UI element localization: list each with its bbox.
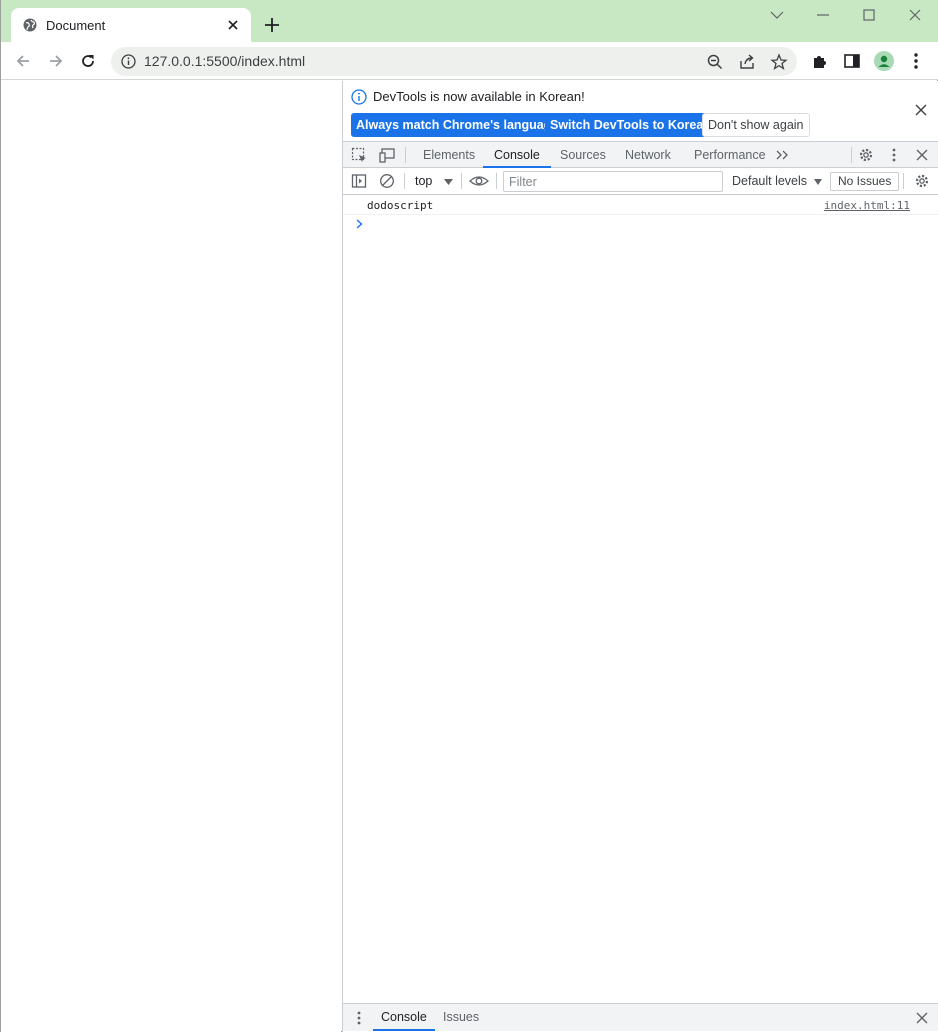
drawer-tab-issues[interactable]: Issues <box>443 1004 479 1031</box>
console-message: dodoscript index.html:11 <box>343 195 938 215</box>
tab-network[interactable]: Network <box>625 142 671 168</box>
info-icon <box>351 89 367 105</box>
issues-counter-button[interactable]: No Issues <box>830 172 900 191</box>
language-infobar: DevTools is now available in Korean! Alw… <box>343 81 938 141</box>
toolbar-divider <box>496 173 497 189</box>
plus-icon[interactable] <box>263 16 281 34</box>
tab-console[interactable]: Console <box>483 142 551 168</box>
share-icon[interactable] <box>738 53 756 71</box>
inspect-element-icon[interactable] <box>351 147 367 163</box>
zoom-out-icon[interactable] <box>706 53 724 71</box>
toolbar-divider <box>903 173 904 189</box>
toolbar-divider <box>404 173 405 189</box>
page-viewport <box>1 81 341 1032</box>
log-levels-dropdown[interactable]: Default levels <box>732 174 822 188</box>
close-drawer-icon[interactable] <box>914 1010 930 1026</box>
sidebar-toggle-icon[interactable] <box>351 173 367 189</box>
console-toolbar: top Filter Default levels No Issues <box>343 168 938 195</box>
toolbar-divider <box>461 173 462 189</box>
info-icon[interactable] <box>121 54 136 69</box>
tab-title: Document <box>46 18 106 33</box>
globe-icon <box>23 18 37 32</box>
devtools-panel: DevTools is now available in Korean! Alw… <box>342 81 938 1032</box>
url-text: 127.0.0.1:5500/index.html <box>144 53 306 69</box>
chevron-down-icon[interactable] <box>766 6 788 24</box>
devtools-tabbar: Elements Console Sources Network Perform… <box>343 141 938 168</box>
settings-gear-icon[interactable] <box>914 173 930 189</box>
device-toolbar-icon[interactable] <box>379 147 395 163</box>
minimize-icon[interactable] <box>812 6 834 24</box>
tab-elements[interactable]: Elements <box>423 142 475 168</box>
forward-arrow-icon[interactable] <box>46 51 66 71</box>
back-arrow-icon[interactable] <box>13 51 33 71</box>
title-bar: Document <box>1 0 938 42</box>
tab-sources[interactable]: Sources <box>560 142 606 168</box>
console-prompt-chevron-icon[interactable] <box>355 218 365 230</box>
kebab-icon[interactable] <box>886 147 902 163</box>
console-input-area[interactable] <box>369 215 929 233</box>
close-icon[interactable] <box>904 6 926 24</box>
more-tabs-icon[interactable] <box>775 147 791 163</box>
drawer-tab-console[interactable]: Console <box>373 1004 435 1031</box>
context-label: top <box>415 174 433 188</box>
devtools-drawer: Console Issues <box>343 1003 938 1031</box>
kebab-icon[interactable] <box>906 51 926 71</box>
reload-icon[interactable] <box>78 51 98 71</box>
settings-gear-icon[interactable] <box>858 147 874 163</box>
address-bar[interactable]: 127.0.0.1:5500/index.html <box>111 47 797 76</box>
dropdown-arrow-icon <box>443 178 453 185</box>
close-icon[interactable] <box>914 103 928 117</box>
kebab-icon[interactable] <box>351 1010 367 1026</box>
sidepanel-icon[interactable] <box>842 51 862 71</box>
dont-show-again-button[interactable]: Don't show again <box>702 113 810 137</box>
context-selector[interactable]: top <box>415 174 453 188</box>
infobar-message: DevTools is now available in Korean! <box>373 89 585 104</box>
puzzle-icon[interactable] <box>810 51 830 71</box>
console-message-text: dodoscript <box>367 199 434 212</box>
toolbar-divider <box>851 147 852 163</box>
always-match-language-button[interactable]: Always match Chrome's language <box>351 113 564 137</box>
tab-performance[interactable]: Performance <box>694 142 766 168</box>
close-devtools-icon[interactable] <box>914 147 930 163</box>
toolbar-divider <box>405 147 406 163</box>
maximize-icon[interactable] <box>858 6 880 24</box>
switch-to-korean-button[interactable]: Switch DevTools to Korean <box>545 113 716 137</box>
eye-icon[interactable] <box>469 173 489 189</box>
star-icon[interactable] <box>770 53 788 71</box>
browser-toolbar: 127.0.0.1:5500/index.html <box>1 42 938 80</box>
profile-icon[interactable] <box>874 51 894 71</box>
browser-window: Document 127.0.0.1:5500/index.html DevTo… <box>0 0 938 1032</box>
log-levels-label: Default levels <box>732 174 808 188</box>
filter-input[interactable]: Filter <box>503 171 723 192</box>
clear-console-icon[interactable] <box>379 173 395 189</box>
close-tab-icon[interactable] <box>225 17 241 33</box>
filter-placeholder: Filter <box>509 175 537 189</box>
dropdown-arrow-icon <box>813 178 822 185</box>
console-message-source-link[interactable]: index.html:11 <box>824 199 910 212</box>
browser-tab[interactable]: Document <box>11 8 251 42</box>
